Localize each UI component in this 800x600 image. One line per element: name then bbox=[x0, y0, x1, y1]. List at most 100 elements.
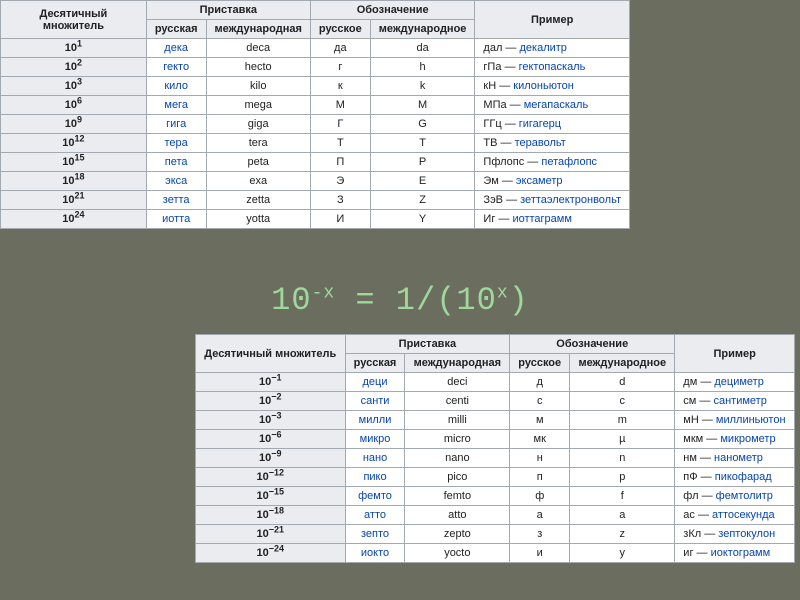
example-link[interactable]: сантиметр bbox=[713, 395, 766, 407]
prefix-link[interactable]: кило bbox=[164, 80, 188, 92]
example-link[interactable]: гектопаскаль bbox=[519, 61, 586, 73]
example-link[interactable]: килоньютон bbox=[513, 80, 574, 92]
prefix-link[interactable]: мега bbox=[164, 99, 188, 111]
table-row: 10−1дециdeciдdдм — дециметр bbox=[196, 373, 795, 392]
prefix-link[interactable]: атто bbox=[364, 509, 386, 521]
cell-symbol-ru: да bbox=[310, 39, 370, 58]
prefix-link[interactable]: нано bbox=[363, 452, 387, 464]
cell-symbol-ru: к bbox=[310, 77, 370, 96]
prefix-link[interactable]: микро bbox=[360, 433, 391, 445]
cell-multiplier: 10−18 bbox=[196, 506, 346, 525]
th-ru-s: русское bbox=[310, 20, 370, 39]
cell-prefix-intl: micro bbox=[405, 430, 510, 449]
cell-prefix-ru: иотта bbox=[146, 210, 206, 229]
cell-symbol-intl: p bbox=[570, 468, 675, 487]
example-link[interactable]: нанометр bbox=[714, 452, 763, 464]
prefix-link[interactable]: экса bbox=[165, 175, 187, 187]
cell-example: фл — фемтолитр bbox=[675, 487, 795, 506]
cell-prefix-intl: tera bbox=[206, 134, 310, 153]
th-ru-s: русское bbox=[510, 354, 570, 373]
cell-multiplier: 10−6 bbox=[196, 430, 346, 449]
example-link[interactable]: петафлопс bbox=[541, 156, 597, 168]
prefix-link[interactable]: дека bbox=[164, 42, 188, 54]
cell-multiplier: 10−1 bbox=[196, 373, 346, 392]
cell-prefix-ru: гига bbox=[146, 115, 206, 134]
prefix-link[interactable]: зепто bbox=[361, 528, 389, 540]
cell-example: кН — килоньютон bbox=[475, 77, 630, 96]
prefix-link[interactable]: зетта bbox=[163, 194, 190, 206]
cell-symbol-intl: k bbox=[370, 77, 475, 96]
example-link[interactable]: зеттаэлектронвольт bbox=[520, 194, 621, 206]
table-row: 109гигаgigaГGГГц — гигагерц bbox=[1, 115, 630, 134]
example-link[interactable]: теравольт bbox=[515, 137, 566, 149]
example-link[interactable]: иоттаграмм bbox=[512, 213, 571, 225]
tbody-negative: 10−1дециdeciдdдм — дециметр10−2сантиcent… bbox=[196, 373, 795, 563]
cell-example: Эм — эксаметр bbox=[475, 172, 630, 191]
table-row: 10−12пикоpicoпpпФ — пикофарад bbox=[196, 468, 795, 487]
cell-symbol-intl: G bbox=[370, 115, 475, 134]
example-link[interactable]: мегапаскаль bbox=[524, 99, 588, 111]
cell-example: ас — аттосекунда bbox=[675, 506, 795, 525]
example-link[interactable]: микрометр bbox=[720, 433, 775, 445]
example-link[interactable]: аттосекунда bbox=[712, 509, 775, 521]
cell-prefix-intl: deca bbox=[206, 39, 310, 58]
example-link[interactable]: декалитр bbox=[520, 42, 567, 54]
example-link[interactable]: пикофарад bbox=[715, 471, 772, 483]
cell-symbol-intl: M bbox=[370, 96, 475, 115]
cell-prefix-ru: фемто bbox=[345, 487, 405, 506]
cell-prefix-intl: atto bbox=[405, 506, 510, 525]
cell-symbol-intl: T bbox=[370, 134, 475, 153]
th-symbol: Обозначение bbox=[510, 335, 675, 354]
prefix-link[interactable]: гекто bbox=[163, 61, 189, 73]
example-link[interactable]: миллиньютон bbox=[716, 414, 786, 426]
example-link[interactable]: гигагерц bbox=[519, 118, 561, 130]
prefix-link[interactable]: деци bbox=[363, 376, 388, 388]
th-prefix: Приставка bbox=[146, 1, 310, 20]
cell-prefix-ru: дека bbox=[146, 39, 206, 58]
cell-prefix-ru: пета bbox=[146, 153, 206, 172]
cell-symbol-ru: г bbox=[310, 58, 370, 77]
cell-multiplier: 10−9 bbox=[196, 449, 346, 468]
cell-symbol-ru: П bbox=[310, 153, 370, 172]
cell-multiplier: 109 bbox=[1, 115, 147, 134]
table-row: 10−3миллиmilliмmмН — миллиньютон bbox=[196, 411, 795, 430]
prefix-link[interactable]: гига bbox=[166, 118, 186, 130]
table-row: 10−2сантиcentiсcсм — сантиметр bbox=[196, 392, 795, 411]
prefix-link[interactable]: пета bbox=[165, 156, 188, 168]
cell-symbol-ru: п bbox=[510, 468, 570, 487]
cell-example: дал — декалитр bbox=[475, 39, 630, 58]
cell-prefix-intl: mega bbox=[206, 96, 310, 115]
example-link[interactable]: иоктограмм bbox=[711, 547, 771, 559]
cell-prefix-ru: деци bbox=[345, 373, 405, 392]
example-link[interactable]: эксаметр bbox=[516, 175, 563, 187]
cell-symbol-intl: Z bbox=[370, 191, 475, 210]
cell-multiplier: 10−3 bbox=[196, 411, 346, 430]
example-link[interactable]: дециметр bbox=[714, 376, 763, 388]
cell-multiplier: 1018 bbox=[1, 172, 147, 191]
prefix-link[interactable]: милли bbox=[359, 414, 392, 426]
th-multiplier: Десятичный множитель bbox=[1, 1, 147, 39]
cell-prefix-ru: экса bbox=[146, 172, 206, 191]
table-row: 1012тераteraТTТВ — теравольт bbox=[1, 134, 630, 153]
cell-multiplier: 1012 bbox=[1, 134, 147, 153]
prefix-link[interactable]: тера bbox=[165, 137, 188, 149]
cell-prefix-intl: femto bbox=[405, 487, 510, 506]
example-link[interactable]: зептокулон bbox=[718, 528, 775, 540]
cell-example: гПа — гектопаскаль bbox=[475, 58, 630, 77]
example-link[interactable]: фемтолитр bbox=[716, 490, 773, 502]
cell-example: Иг — иоттаграмм bbox=[475, 210, 630, 229]
prefix-link[interactable]: иотта bbox=[162, 213, 190, 225]
prefix-link[interactable]: пико bbox=[363, 471, 386, 483]
th-intl-s: международное bbox=[570, 354, 675, 373]
th-multiplier: Десятичный множитель bbox=[196, 335, 346, 373]
cell-prefix-intl: deci bbox=[405, 373, 510, 392]
cell-symbol-ru: мк bbox=[510, 430, 570, 449]
th-example: Пример bbox=[475, 1, 630, 39]
prefix-link[interactable]: санти bbox=[361, 395, 390, 407]
prefix-link[interactable]: фемто bbox=[358, 490, 392, 502]
cell-prefix-intl: kilo bbox=[206, 77, 310, 96]
cell-symbol-intl: f bbox=[570, 487, 675, 506]
cell-multiplier: 103 bbox=[1, 77, 147, 96]
cell-multiplier: 1021 bbox=[1, 191, 147, 210]
prefix-link[interactable]: иокто bbox=[361, 547, 389, 559]
